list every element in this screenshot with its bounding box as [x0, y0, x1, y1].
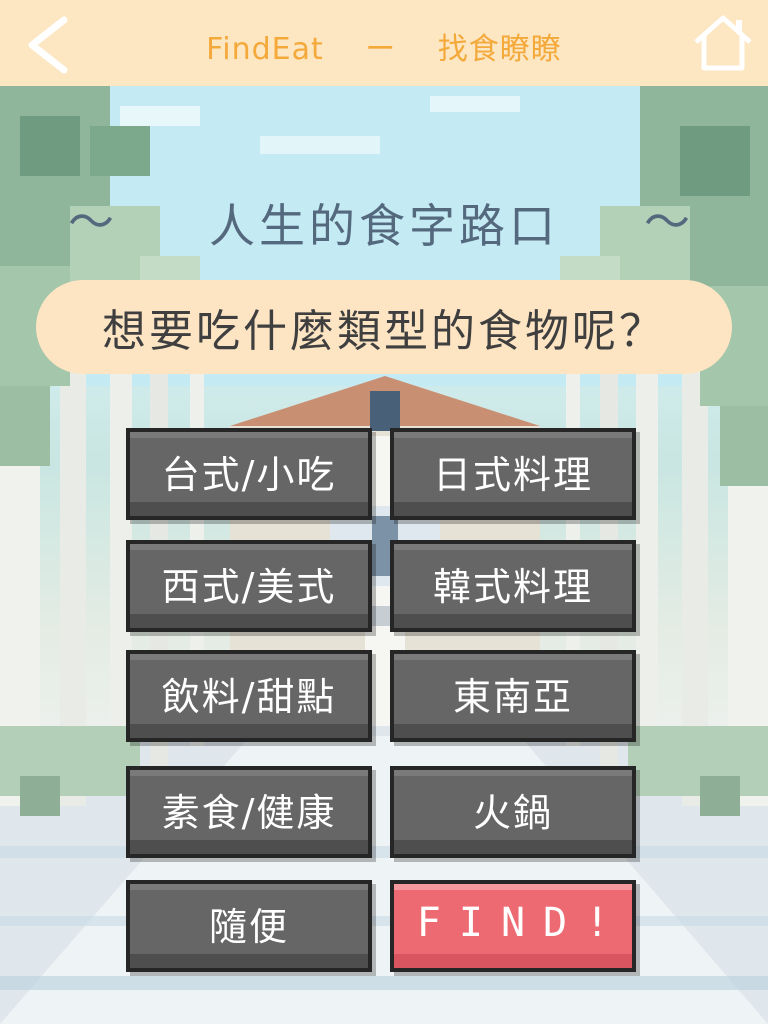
question-bubble: 想要吃什麼類型的食物呢？ [36, 280, 732, 374]
home-icon[interactable] [692, 12, 754, 74]
button-label: 隨便 [208, 904, 289, 949]
button-label: 日式料理 [432, 452, 593, 497]
button-label: 火鍋 [472, 790, 553, 835]
find-button[interactable]: FIND! [390, 880, 636, 972]
tilde-right: ～ [644, 195, 690, 249]
category-button-random[interactable]: 隨便 [126, 880, 372, 972]
button-label: 韓式料理 [432, 564, 593, 609]
button-label: 台式/小吃 [161, 452, 337, 497]
category-button-vegetarian[interactable]: 素食/健康 [126, 766, 372, 858]
find-button-label: FIND! [416, 900, 628, 946]
button-label: 東南亞 [452, 674, 573, 719]
category-button-korean[interactable]: 韓式料理 [390, 540, 636, 632]
subtitle-row: ～ 人生的食字路口 ～ [0, 186, 768, 256]
app-header: FindEat ー 找食瞭瞭 [0, 0, 768, 86]
button-label: 飲料/甜點 [161, 674, 337, 719]
category-button-western[interactable]: 西式/美式 [126, 540, 372, 632]
category-button-hotpot[interactable]: 火鍋 [390, 766, 636, 858]
category-button-drinks-desserts[interactable]: 飲料/甜點 [126, 650, 372, 742]
category-button-taiwanese[interactable]: 台式/小吃 [126, 428, 372, 520]
question-text: 想要吃什麼類型的食物呢？ [102, 306, 666, 357]
button-label: 西式/美式 [161, 564, 337, 609]
category-button-southeast-asian[interactable]: 東南亞 [390, 650, 636, 742]
app-title: FindEat ー 找食瞭瞭 [206, 32, 562, 67]
category-button-japanese[interactable]: 日式料理 [390, 428, 636, 520]
button-label: 素食/健康 [161, 790, 337, 835]
